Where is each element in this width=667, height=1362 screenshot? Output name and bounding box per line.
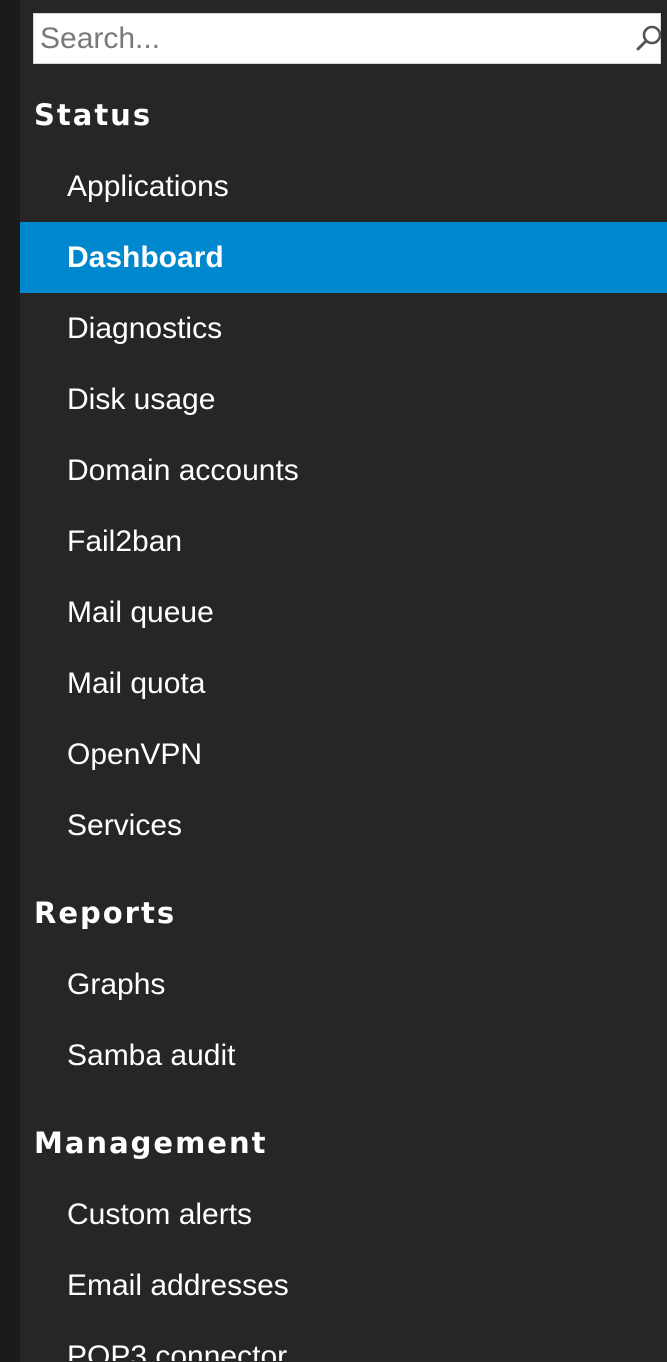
sidebar-item-custom-alerts[interactable]: Custom alerts [20, 1179, 667, 1250]
sidebar-item-mail-queue[interactable]: Mail queue [20, 577, 667, 648]
sidebar-item-mail-quota[interactable]: Mail quota [20, 648, 667, 719]
section-title-status: Status [34, 98, 153, 132]
sidebar-menu: Status Applications Dashboard Diagnostic… [20, 80, 667, 1361]
sidebar-edge [0, 0, 20, 1362]
search-input[interactable] [34, 14, 594, 63]
sidebar-item-applications[interactable]: Applications [20, 151, 667, 222]
sidebar-item-openvpn[interactable]: OpenVPN [20, 719, 667, 790]
search-icon[interactable] [632, 22, 666, 56]
section-title-management: Management [34, 1126, 268, 1160]
sidebar-item-email-addresses[interactable]: Email addresses [20, 1250, 667, 1321]
section-title-reports: Reports [34, 896, 177, 930]
sidebar-item-pop3-connector[interactable]: POP3 connector [20, 1321, 667, 1361]
sidebar-item-dashboard[interactable]: Dashboard [20, 222, 667, 293]
sidebar-item-services[interactable]: Services [20, 790, 667, 861]
navigation-sidebar: Status Applications Dashboard Diagnostic… [0, 0, 667, 1362]
sidebar-item-fail2ban[interactable]: Fail2ban [20, 506, 667, 577]
sidebar-item-disk-usage[interactable]: Disk usage [20, 364, 667, 435]
search-box[interactable] [33, 13, 662, 64]
sidebar-item-graphs[interactable]: Graphs [20, 949, 667, 1020]
sidebar-item-diagnostics[interactable]: Diagnostics [20, 293, 667, 364]
sidebar-item-domain-accounts[interactable]: Domain accounts [20, 435, 667, 506]
sidebar-item-samba-audit[interactable]: Samba audit [20, 1020, 667, 1091]
